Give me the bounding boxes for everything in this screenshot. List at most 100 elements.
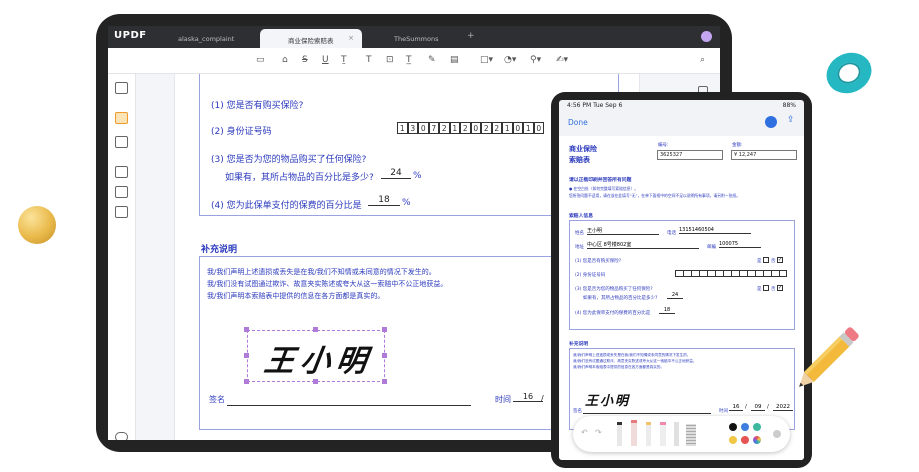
resize-handle[interactable] (313, 327, 318, 332)
percent-unit: % (413, 171, 422, 181)
text-icon[interactable]: T (366, 55, 372, 65)
id-digit[interactable]: 0 (512, 122, 523, 134)
tab-alaska-complaint[interactable]: alaska_complaint (152, 29, 260, 48)
percent-input[interactable]: 24 (381, 168, 411, 179)
ruler-icon[interactable] (686, 424, 696, 446)
color-yellow-swatch[interactable] (729, 436, 737, 444)
ipad-date-year[interactable]: 2022 (773, 404, 793, 411)
shape-icon[interactable]: □▾ (480, 55, 493, 65)
resize-handle[interactable] (244, 379, 249, 384)
form-title: 商业保险 (569, 145, 597, 153)
serial-label: 编号: (658, 143, 669, 148)
phone-label: 电话 (667, 231, 676, 236)
avatar[interactable] (701, 31, 712, 42)
id-digit[interactable]: 7 (428, 122, 439, 134)
ipad-screen: 4:56 PM Tue Sep 6 88% Done ⇪ 商业保险 索赔表 编号… (559, 100, 804, 460)
zip-field[interactable]: 100075 (719, 241, 761, 248)
color-picker-icon[interactable] (753, 436, 761, 444)
eraser-tool-icon[interactable] (660, 422, 666, 446)
tab-the-summons[interactable]: TheSummons (366, 29, 466, 48)
id-digit[interactable]: 2 (491, 122, 502, 134)
share-icon[interactable]: ⇪ (787, 115, 795, 125)
tab-label: alaska_complaint (178, 35, 235, 43)
resize-handle[interactable] (382, 379, 387, 384)
resize-handle[interactable] (382, 353, 387, 358)
signature-icon[interactable]: ✍▾ (556, 55, 568, 65)
id-digit[interactable]: 1 (449, 122, 460, 134)
question-4: (4) 您为此保单支付的保费的百分比是 (211, 201, 362, 211)
resize-handle[interactable] (244, 327, 249, 332)
add-tab-icon[interactable]: + (467, 31, 475, 41)
highlight-icon[interactable]: ⌂ (282, 55, 288, 65)
strikethrough-icon[interactable]: S (302, 55, 308, 65)
comment-mode-icon[interactable] (115, 112, 128, 124)
redo-icon[interactable]: ↷ (595, 428, 602, 437)
stamp-icon[interactable]: ⚲▾ (530, 55, 541, 65)
undo-icon[interactable]: ↶ (581, 428, 588, 437)
date-separator: / (541, 394, 544, 403)
ipad-no-checkbox[interactable]: ✓ (777, 285, 783, 291)
app-logo: UPDF (114, 30, 147, 41)
ipad-date-month[interactable]: 09 (751, 404, 765, 411)
marker-tool-icon[interactable] (631, 420, 637, 446)
edit-icon[interactable] (115, 136, 128, 148)
pencil-decoration (799, 327, 859, 387)
color-black-swatch[interactable] (729, 423, 737, 431)
serial-field[interactable]: 3625327 (657, 150, 723, 160)
ipad-date-day[interactable]: 16 (729, 404, 743, 411)
id-digit[interactable]: 3 (407, 122, 418, 134)
color-green-swatch[interactable] (753, 423, 761, 431)
phone-field[interactable]: 13151460504 (679, 227, 751, 234)
ipad-yes-checkbox[interactable] (763, 285, 769, 291)
id-digit[interactable]: 0 (418, 122, 429, 134)
pencil-tool-icon[interactable] (674, 422, 679, 446)
sign-label: 签名 (209, 395, 225, 404)
textbox-icon[interactable]: ⊡ (386, 55, 394, 65)
search-icon[interactable]: ⌕ (700, 55, 705, 65)
annotate-icon[interactable] (765, 116, 777, 128)
ipad-yes-checkbox[interactable] (763, 257, 769, 263)
ipad-id-field[interactable] (675, 270, 787, 277)
day-input[interactable]: 16 (513, 392, 543, 402)
address-field[interactable]: 中心区 8号楼802室 (587, 241, 699, 249)
page-organize-icon[interactable] (115, 166, 128, 178)
id-digit[interactable]: 2 (439, 122, 450, 134)
ipad-no-checkbox[interactable]: ✓ (777, 257, 783, 263)
id-digit[interactable]: 2 (460, 122, 471, 134)
sticker-icon[interactable]: ◔▾ (504, 55, 516, 65)
form-icon[interactable] (115, 186, 128, 198)
text-callout-icon[interactable]: T̲ (406, 55, 412, 65)
tab-insurance-claim[interactable]: 商业保险索赔表 × (260, 29, 362, 48)
done-button[interactable]: Done (568, 118, 588, 127)
premium-input[interactable]: 18 (368, 195, 400, 206)
id-digit[interactable]: 1 (397, 122, 408, 134)
ipad-premium-input[interactable]: 18 (659, 307, 675, 314)
resize-handle[interactable] (244, 353, 249, 358)
layers-icon[interactable] (115, 432, 128, 440)
id-digit[interactable]: 1 (502, 122, 513, 134)
more-options-icon[interactable] (773, 430, 781, 438)
ipad-percent-input[interactable]: 24 (667, 292, 683, 299)
highlighter-tool-icon[interactable] (646, 422, 651, 446)
note-1: ● 在空白处（如何完整填写索赔信息）。 (569, 186, 639, 191)
pencil-icon[interactable]: ✎ (428, 55, 436, 65)
color-red-swatch[interactable] (741, 436, 749, 444)
close-icon[interactable]: × (348, 34, 354, 42)
reader-icon[interactable] (115, 82, 128, 94)
name-field[interactable]: 王小明 (587, 227, 659, 235)
ocr-icon[interactable] (115, 206, 128, 218)
id-digit[interactable]: 0 (533, 122, 544, 134)
left-sidebar (108, 74, 136, 440)
ipad-supplement-title: 补充说明 (569, 342, 589, 347)
underline-icon[interactable]: U (322, 55, 329, 65)
id-digit[interactable]: 1 (523, 122, 534, 134)
comment-icon[interactable]: ▭ (256, 55, 265, 65)
eraser-icon[interactable]: ▤ (450, 55, 459, 65)
id-digit[interactable]: 0 (470, 122, 481, 134)
pen-tool-icon[interactable] (617, 422, 622, 446)
squiggly-icon[interactable]: T̰ (341, 55, 347, 65)
id-digit[interactable]: 2 (481, 122, 492, 134)
resize-handle[interactable] (382, 327, 387, 332)
amount-field[interactable]: ¥ 12,247 (731, 150, 797, 160)
color-blue-swatch[interactable] (741, 423, 749, 431)
